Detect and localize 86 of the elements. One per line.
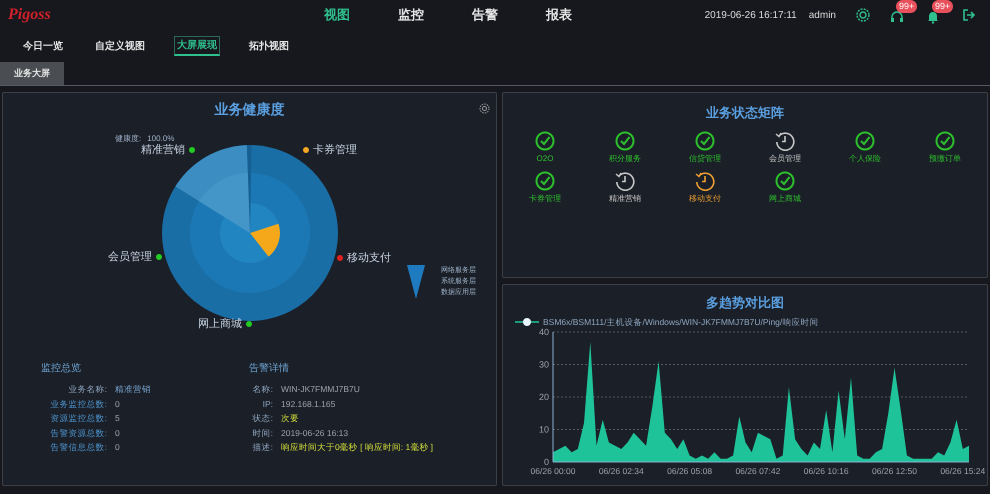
field-value: 0 <box>115 426 120 440</box>
status-label[interactable]: 个人保险 <box>849 152 881 164</box>
field-value: 2019-06-26 16:13 <box>281 426 348 440</box>
nav-tab[interactable]: 告警 <box>472 5 498 25</box>
axis-tick-label: 06/26 12:50 <box>872 466 917 476</box>
logo: Pigoss <box>8 5 52 25</box>
settings-icon[interactable] <box>479 103 490 114</box>
field-label: 资源监控总数: <box>50 412 107 425</box>
nav-tab[interactable]: 监控 <box>398 5 424 25</box>
legend-marker-icon[interactable] <box>515 316 539 327</box>
field-value: 192.168.1.165 <box>281 398 336 410</box>
field-label: 状态: <box>252 412 273 425</box>
status-label[interactable]: 会员管理 <box>769 152 801 164</box>
panel-title: 业务状态矩阵 <box>706 104 784 122</box>
field-label: 描述: <box>252 441 273 454</box>
panel-title: 业务健康度 <box>214 100 284 119</box>
health-label: 健康度: <box>115 133 142 144</box>
nav-tab[interactable]: 视图 <box>324 5 350 25</box>
nav-tab[interactable]: 报表 <box>546 5 572 25</box>
segment-label: 移动支付 <box>347 251 391 266</box>
axis-tick-label: 10 <box>538 424 549 435</box>
axis-tick-label: 30 <box>538 360 549 370</box>
field-value: 精准营销 <box>115 383 151 396</box>
status-label[interactable]: 精准营销 <box>609 192 641 204</box>
axis-tick-label: 06/26 15:24 <box>940 466 986 476</box>
subnav-tab[interactable]: 自定义视图 <box>92 36 148 56</box>
status-label[interactable]: 积分服务 <box>609 152 641 164</box>
subnav-tab[interactable]: 拓扑视图 <box>246 36 292 56</box>
field-label: IP: <box>262 398 273 410</box>
field-value: 5 <box>115 412 120 425</box>
health-value: 100.0% <box>147 133 174 144</box>
count-badge: 99+ <box>896 0 918 13</box>
status-label[interactable]: 信贷管理 <box>689 152 721 164</box>
tab[interactable]: 业务大屏 <box>0 62 64 85</box>
segment-label: 精准营销 <box>141 143 185 158</box>
status-label[interactable]: O2O <box>536 152 554 164</box>
field-label: 告警信息总数: <box>50 441 107 454</box>
clock-icon <box>775 130 795 150</box>
logout-icon[interactable] <box>962 8 976 22</box>
bell-icon[interactable] <box>926 10 940 24</box>
status-label[interactable]: 移动支付 <box>689 192 721 204</box>
legend-label[interactable]: BSM6x/BSM111/主机设备/Windows/WIN-JK7FMMJ7B7U/Ping/响应时间 <box>543 316 818 328</box>
segment-label: 会员管理 <box>108 250 152 265</box>
axis-tick-label: 20 <box>538 392 549 402</box>
check-circle-icon <box>695 130 715 150</box>
check-circle-icon <box>775 170 795 190</box>
field-value: 0 <box>115 441 120 454</box>
datetime-text: 2019-06-26 16:17:11 <box>704 8 797 22</box>
section-title: 告警详情 <box>249 362 290 376</box>
panel-title: 多趋势对比图 <box>706 294 784 312</box>
field-value: 响应时间大于0毫秒 [ 响应时间: 1毫秒 ] <box>281 441 433 454</box>
field-label: 业务名称: <box>68 383 107 396</box>
segment-label: 卡券管理 <box>313 143 357 158</box>
count-badge: 99+ <box>932 0 954 13</box>
subnav-tab[interactable]: 今日一览 <box>20 36 66 56</box>
axis-tick-label: 06/26 05:08 <box>667 466 712 476</box>
username-text: admin <box>808 8 836 22</box>
section-title: 监控总览 <box>41 362 82 376</box>
headset-icon[interactable] <box>890 10 904 24</box>
clock-icon <box>615 170 635 190</box>
field-value: 次要 <box>281 412 299 425</box>
axis-tick-label: 06/26 10:16 <box>804 466 849 476</box>
field-label: 时间: <box>252 426 273 440</box>
status-label[interactable]: 预缴订单 <box>929 152 961 164</box>
field-value: WIN-JK7FMMJ7B7U <box>281 383 360 396</box>
status-label[interactable]: 卡券管理 <box>529 192 561 204</box>
axis-tick-label: 06/26 07:42 <box>735 466 780 476</box>
field-value: 0 <box>115 398 120 410</box>
funnel-icon <box>407 265 425 299</box>
field-label: 名称: <box>252 383 273 396</box>
status-label[interactable]: 网上商城 <box>769 192 801 204</box>
check-circle-icon <box>855 130 875 150</box>
clock-icon <box>695 170 715 190</box>
settings-icon[interactable] <box>856 8 870 22</box>
subnav-tab[interactable]: 大屏展现 <box>174 36 220 56</box>
check-circle-icon <box>935 130 955 150</box>
axis-tick-label: 06/26 02:34 <box>598 466 644 476</box>
axis-tick-label: 0 <box>544 457 549 468</box>
field-label: 告警资源总数: <box>50 426 107 440</box>
axis-tick-label: 40 <box>538 328 549 338</box>
check-circle-icon <box>615 130 635 150</box>
segment-label: 网上商城 <box>198 316 242 332</box>
axis-tick-label: 06/26 00:00 <box>530 466 576 476</box>
check-circle-icon <box>535 170 555 190</box>
field-label: 业务监控总数: <box>50 398 107 410</box>
check-circle-icon <box>535 130 555 150</box>
